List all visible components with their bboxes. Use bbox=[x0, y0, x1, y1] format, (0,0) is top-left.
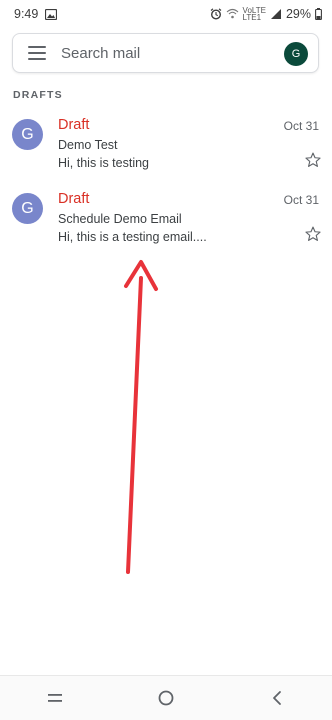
mail-date: Oct 31 bbox=[283, 119, 319, 133]
sender-avatar[interactable]: G bbox=[12, 119, 43, 150]
mail-sender-draft-label: Draft bbox=[58, 191, 90, 207]
status-time: 9:49 bbox=[14, 7, 39, 21]
mail-snippet: Hi, this is a testing email.... bbox=[58, 230, 207, 244]
sender-avatar-initial: G bbox=[21, 199, 34, 217]
annotation-arrow bbox=[124, 260, 158, 574]
wifi-calling-icon bbox=[226, 8, 239, 20]
back-icon[interactable] bbox=[257, 683, 297, 713]
system-navigation-bar bbox=[0, 675, 332, 720]
sender-avatar[interactable]: G bbox=[12, 193, 43, 224]
signal-strength-icon bbox=[270, 8, 282, 20]
status-right: VoLTE LTE1 29% bbox=[210, 7, 322, 22]
hamburger-menu-icon[interactable] bbox=[28, 46, 46, 60]
mail-subject: Schedule Demo Email bbox=[58, 212, 182, 226]
gmail-drafts-screen: 9:49 VoLTE LTE1 29% Search mail G DRAFTS… bbox=[0, 0, 332, 720]
search-input[interactable] bbox=[61, 44, 271, 62]
section-heading-drafts: DRAFTS bbox=[13, 89, 63, 101]
gallery-notification-icon bbox=[45, 8, 58, 20]
battery-percent: 29% bbox=[285, 7, 311, 21]
star-icon[interactable] bbox=[304, 151, 322, 169]
home-icon[interactable] bbox=[146, 683, 186, 713]
status-left: 9:49 bbox=[14, 7, 58, 21]
battery-icon bbox=[315, 8, 322, 20]
mail-list-item[interactable]: G Draft Oct 31 Demo Test Hi, this is tes… bbox=[0, 113, 332, 183]
alarm-icon bbox=[210, 8, 222, 20]
status-bar: 9:49 VoLTE LTE1 29% bbox=[0, 0, 332, 28]
network-type-label: VoLTE LTE1 bbox=[242, 7, 266, 22]
network-label-bottom: LTE1 bbox=[242, 13, 262, 22]
mail-list-item[interactable]: G Draft Oct 31 Schedule Demo Email Hi, t… bbox=[0, 187, 332, 257]
account-avatar[interactable]: G bbox=[284, 42, 308, 66]
star-icon[interactable] bbox=[304, 225, 322, 243]
mail-subject: Demo Test bbox=[58, 138, 118, 152]
account-avatar-initial: G bbox=[291, 48, 301, 60]
mail-sender-draft-label: Draft bbox=[58, 117, 90, 133]
search-bar[interactable]: G bbox=[12, 33, 319, 73]
mail-date: Oct 31 bbox=[283, 193, 319, 207]
recents-icon[interactable] bbox=[35, 683, 75, 713]
mail-snippet: Hi, this is testing bbox=[58, 156, 150, 170]
sender-avatar-initial: G bbox=[21, 125, 34, 143]
